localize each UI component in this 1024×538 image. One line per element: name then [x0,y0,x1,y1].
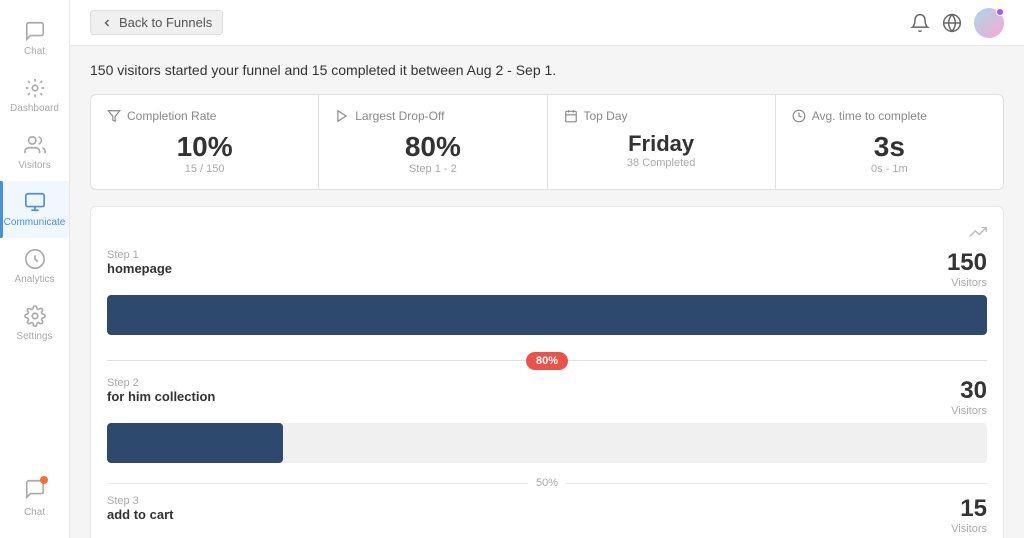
funnel-step-2-label: Step 2 [107,377,215,389]
funnel-section: Step 1 homepage 150 Visitors 80% [90,206,1004,538]
main-content: Back to Funnels 150 visitors started you… [70,0,1024,538]
funnel-step-1-bar [107,295,987,335]
sidebar-item-communicate[interactable]: Communicate [0,181,69,238]
arrow-down-icon [335,109,349,123]
stat-completion-rate-label: Completion Rate [127,109,216,123]
stats-row: Completion Rate 10% 15 / 150 Largest Dro… [90,94,1004,190]
stat-dropoff-sub: Step 1 - 2 [335,163,530,175]
chat-notification-badge [40,476,48,484]
funnel-step-3-visitors: 15 Visitors [951,495,987,535]
notification-icon[interactable] [910,13,930,33]
calendar-icon [564,109,578,123]
stat-avgtime-header: Avg. time to complete [792,109,987,123]
sidebar-item-visitors[interactable]: Visitors [0,124,69,181]
sidebar-item-dashboard[interactable]: Dashboard [0,67,69,124]
stat-completion-rate-header: Completion Rate [107,109,302,123]
funnel-action-bar [107,223,987,241]
back-to-funnels-button[interactable]: Back to Funnels [90,10,223,35]
funnel-step-1-header: Step 1 homepage 150 Visitors [107,249,987,289]
funnel-step-2-header: Step 2 for him collection 30 Visitors [107,377,987,417]
trend-icon[interactable] [969,223,987,241]
stat-topday-value: Friday [564,131,759,157]
funnel-step-2-name: for him collection [107,389,215,404]
funnel-step-2-bar-fill [107,423,283,463]
topbar: Back to Funnels [70,0,1024,46]
stat-avgtime-label: Avg. time to complete [812,109,927,123]
funnel-step-3-header: Step 3 add to cart 15 Visitors [107,495,987,535]
divider-label-1: 50% [528,477,566,489]
funnel-step-1-visitors-label: Visitors [947,277,987,289]
funnel-step-3-visitors-label: Visitors [951,523,987,535]
sidebar-label-settings: Settings [16,331,52,342]
funnel-step-1-name: homepage [107,261,172,276]
sidebar-label-chat: Chat [24,46,45,57]
stat-avgtime-value: 3s [792,131,987,163]
sidebar: Chat Dashboard Visitors Communicate [0,0,70,538]
stat-topday-sub: 38 Completed [564,157,759,169]
sidebar-item-chat[interactable]: Chat [0,10,69,67]
sidebar-item-chat-bottom[interactable]: Chat [0,468,69,528]
funnel-step-3: Step 3 add to cart 15 Visitors [107,495,987,535]
funnel-step-2: Step 2 for him collection 30 Visitors [107,377,987,463]
language-icon[interactable] [942,13,962,33]
funnel-step-1-visitors: 150 Visitors [947,249,987,289]
stat-avg-time: Avg. time to complete 3s 0s - 1m [776,95,1003,189]
back-button-label: Back to Funnels [119,15,212,30]
funnel-icon [107,109,121,123]
sidebar-label-analytics: Analytics [14,274,54,285]
funnel-step-1-bar-fill [107,295,987,335]
drop-percent-1: 80% [526,352,568,370]
stat-largest-dropoff: Largest Drop-Off 80% Step 1 - 2 [319,95,546,189]
user-avatar[interactable] [974,8,1004,38]
sidebar-label-visitors: Visitors [18,160,51,171]
stat-dropoff-value: 80% [335,131,530,163]
stat-completion-rate: Completion Rate 10% 15 / 150 [91,95,318,189]
funnel-step-1-count: 150 [947,249,987,277]
stat-topday-header: Top Day [564,109,759,123]
stat-dropoff-header: Largest Drop-Off [335,109,530,123]
divider-section-1: 50% [107,471,987,495]
stat-top-day: Top Day Friday 38 Completed [548,95,775,189]
stat-completion-rate-sub: 15 / 150 [107,163,302,175]
clock-icon [792,109,806,123]
funnel-step-3-label: Step 3 [107,495,173,507]
funnel-step-2-count: 30 [951,377,987,405]
sidebar-label-communicate: Communicate [4,217,66,228]
drop-badge-wrap-1: 80% [526,351,568,369]
funnel-step-2-bar [107,423,987,463]
funnel-summary: 150 visitors started your funnel and 15 … [90,62,1004,78]
stat-dropoff-label: Largest Drop-Off [355,109,444,123]
drop-badge-1: 80% [107,343,987,377]
sidebar-item-analytics[interactable]: Analytics [0,238,69,295]
stat-topday-label: Top Day [584,109,628,123]
funnel-step-2-visitors-label: Visitors [951,405,987,417]
funnel-step-1: Step 1 homepage 150 Visitors [107,249,987,335]
page-content: 150 visitors started your funnel and 15 … [70,46,1024,538]
avatar-status-dot [996,8,1004,16]
funnel-step-1-label: Step 1 [107,249,172,261]
funnel-step-3-count: 15 [951,495,987,523]
topbar-icons [910,8,1004,38]
funnel-step-2-visitors: 30 Visitors [951,377,987,417]
stat-completion-rate-value: 10% [107,131,302,163]
sidebar-label-dashboard: Dashboard [10,103,59,114]
funnel-step-3-name: add to cart [107,507,173,522]
sidebar-item-settings[interactable]: Settings [0,295,69,352]
sidebar-label-chat-bottom: Chat [24,507,45,518]
stat-avgtime-sub: 0s - 1m [792,163,987,175]
